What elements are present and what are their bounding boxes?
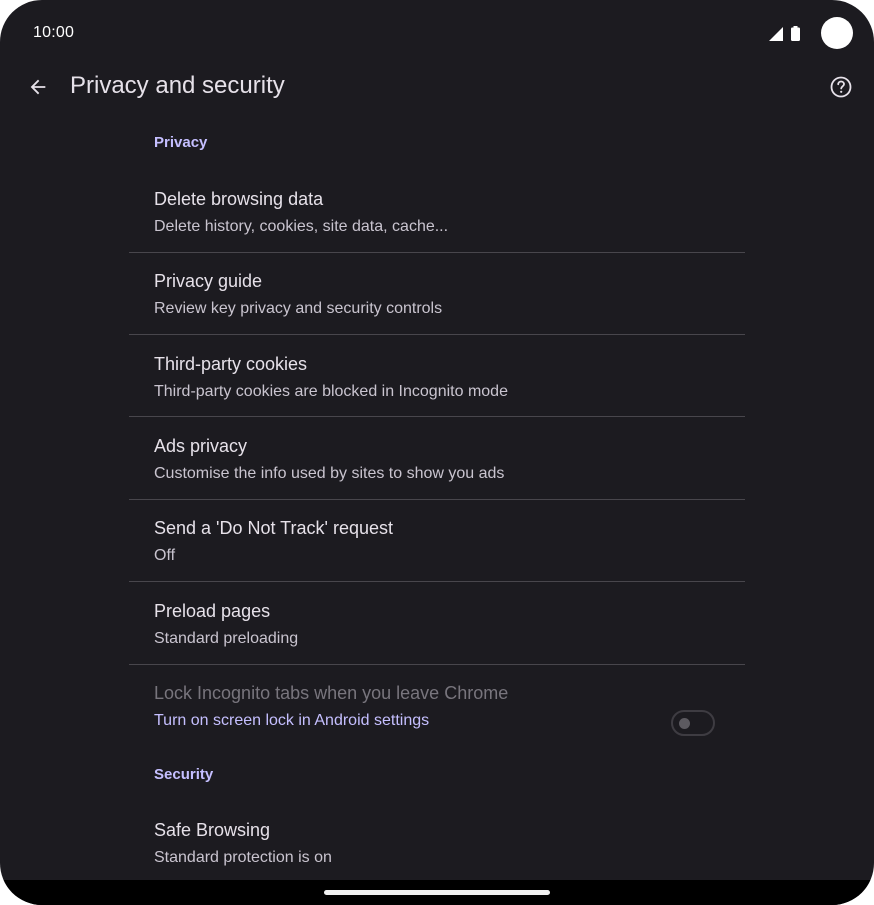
help-button[interactable] bbox=[828, 74, 854, 100]
item-summary: Standard protection is on bbox=[154, 849, 332, 866]
list-item-preload-pages[interactable]: Preload pages Standard preloading bbox=[129, 601, 745, 683]
list-item-lock-incognito-tabs[interactable]: Lock Incognito tabs when you leave Chrom… bbox=[129, 683, 745, 765]
item-title: Lock Incognito tabs when you leave Chrom… bbox=[154, 683, 509, 703]
item-summary: Review key privacy and security controls bbox=[154, 300, 443, 317]
help-circle-icon bbox=[830, 76, 852, 98]
item-title: Preload pages bbox=[154, 601, 271, 621]
lock-incognito-toggle[interactable] bbox=[671, 710, 715, 736]
status-time: 10:00 bbox=[33, 24, 75, 41]
arrow-back-icon bbox=[30, 79, 46, 95]
divider bbox=[129, 416, 745, 417]
item-summary: Customise the info used by sites to show… bbox=[154, 465, 505, 482]
divider bbox=[129, 664, 745, 665]
item-title: Ads privacy bbox=[154, 436, 248, 456]
battery-icon bbox=[791, 26, 800, 41]
screen-lock-settings-link[interactable]: Turn on screen lock in Android settings bbox=[154, 712, 429, 730]
page-title: Privacy and security bbox=[70, 72, 285, 99]
divider bbox=[129, 499, 745, 500]
list-item-third-party-cookies[interactable]: Third-party cookies Third-party cookies … bbox=[129, 354, 745, 436]
list-item-delete-browsing-data[interactable]: Delete browsing data Delete history, coo… bbox=[129, 189, 745, 271]
navigation-bar bbox=[0, 880, 874, 905]
list-item-ads-privacy[interactable]: Ads privacy Customise the info used by s… bbox=[129, 436, 745, 518]
section-header-privacy: Privacy bbox=[154, 134, 208, 151]
divider bbox=[129, 252, 745, 253]
toggle-knob bbox=[679, 718, 690, 729]
divider bbox=[129, 334, 745, 335]
divider bbox=[129, 581, 745, 582]
app-bar: Privacy and security bbox=[0, 66, 874, 110]
status-bar: 10:00 bbox=[0, 0, 874, 66]
home-gesture-handle[interactable] bbox=[324, 890, 550, 895]
back-button[interactable] bbox=[24, 73, 52, 101]
item-title: Safe Browsing bbox=[154, 820, 271, 840]
item-summary: Third-party cookies are blocked in Incog… bbox=[154, 383, 508, 400]
cellular-signal-icon bbox=[769, 27, 783, 41]
item-title: Send a 'Do Not Track' request bbox=[154, 518, 393, 538]
item-title: Privacy guide bbox=[154, 271, 263, 291]
item-summary: Delete history, cookies, site data, cach… bbox=[154, 218, 449, 235]
item-title: Third-party cookies bbox=[154, 354, 308, 374]
item-title: Delete browsing data bbox=[154, 189, 324, 209]
phone-screen: 10:00 Privacy and security Privacy Delet… bbox=[0, 0, 874, 905]
list-item-privacy-guide[interactable]: Privacy guide Review key privacy and sec… bbox=[129, 271, 745, 353]
section-header-security: Security bbox=[154, 766, 214, 783]
list-item-do-not-track[interactable]: Send a 'Do Not Track' request Off bbox=[129, 518, 745, 600]
camera-cutout bbox=[821, 17, 853, 49]
item-summary: Off bbox=[154, 547, 176, 564]
item-summary: Standard preloading bbox=[154, 630, 299, 647]
